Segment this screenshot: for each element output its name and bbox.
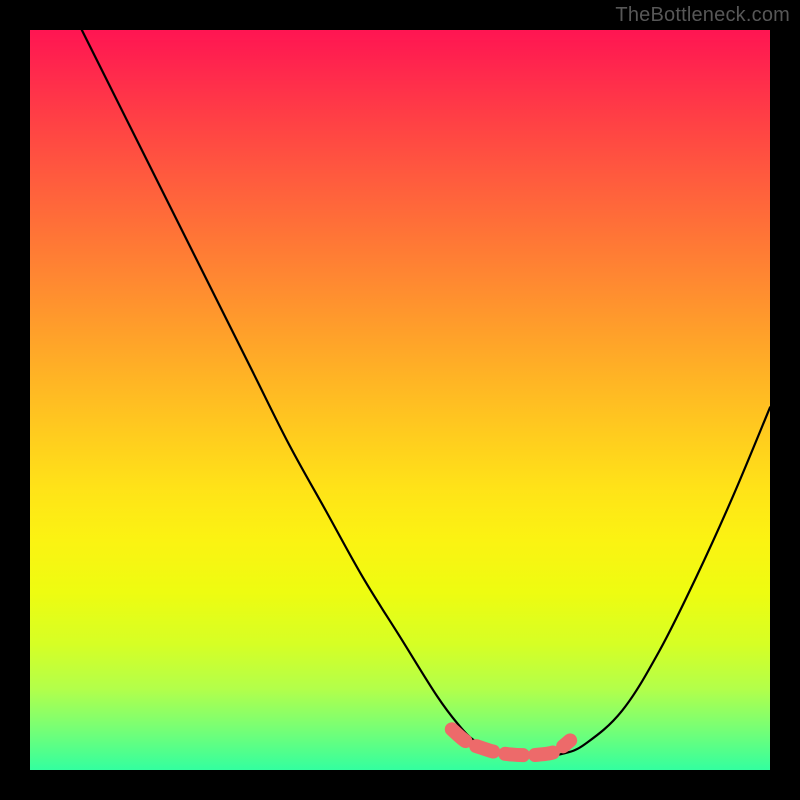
bottleneck-curve: [82, 30, 770, 755]
curve-layer: [30, 30, 770, 770]
chart-frame: TheBottleneck.com: [0, 0, 800, 800]
optimal-band-marker: [452, 729, 570, 755]
plot-area: [30, 30, 770, 770]
watermark-text: TheBottleneck.com: [615, 4, 790, 27]
